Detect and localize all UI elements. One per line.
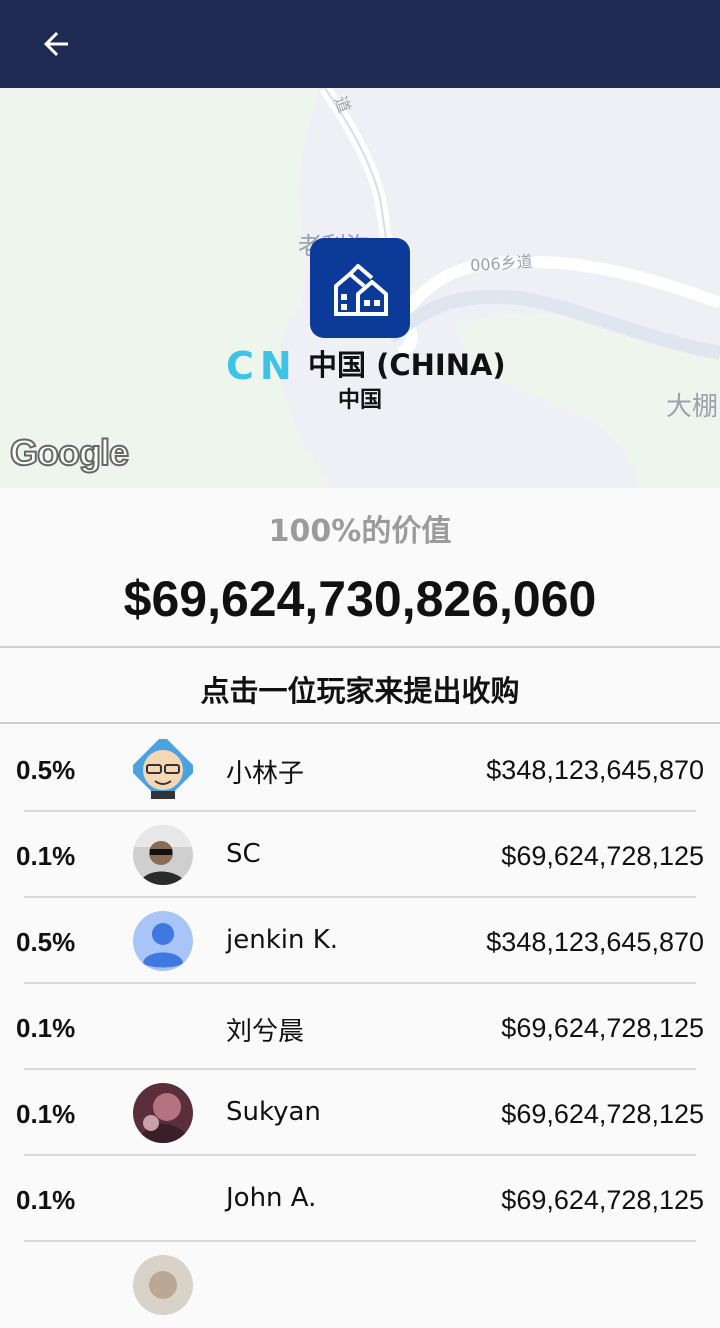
- building-icon: [334, 264, 388, 316]
- default-user-icon: [133, 911, 193, 971]
- offer-amount: $69,624,728,125: [501, 841, 704, 871]
- location-marker[interactable]: [310, 238, 410, 338]
- offer-amount: $69,624,728,125: [501, 1185, 704, 1215]
- share-percent: 0.1%: [16, 841, 76, 871]
- player-name: 小林子: [226, 759, 305, 789]
- player-row[interactable]: 0.1% 刘兮晨 $69,624,728,125: [0, 984, 720, 1070]
- player-list: 0.5% 小林子 $348,123,645,870 0.1% SC $69,62…: [0, 726, 720, 1328]
- avatar: [133, 1083, 193, 1143]
- offer-amount: $69,624,728,125: [501, 1099, 704, 1129]
- offer-amount: $348,123,645,870: [486, 927, 704, 957]
- offer-amount: $348,123,645,870: [486, 755, 704, 785]
- share-percent: 0.5%: [16, 755, 76, 785]
- valuation-amount: $69,624,730,826,060: [123, 571, 597, 627]
- share-percent: 0.5%: [16, 927, 76, 957]
- country-title: CN 中国 (CHINA): [0, 340, 720, 388]
- country-name: 中国 (CHINA): [308, 348, 506, 382]
- player-row[interactable]: 0.1% Sukyan $69,624,728,125: [0, 1070, 720, 1156]
- player-name: SC: [226, 839, 261, 869]
- avatar: [133, 825, 193, 885]
- player-row[interactable]: 0.5% jenkin K. $348,123,645,870: [0, 898, 720, 984]
- player-row[interactable]: 0.5% 小林子 $348,123,645,870: [0, 726, 720, 812]
- photo-avatar-icon: [133, 825, 193, 885]
- back-button[interactable]: [28, 22, 84, 66]
- map-road-label: 006乡道: [469, 251, 534, 276]
- divider: [0, 722, 720, 724]
- player-name: Sukyan: [226, 1097, 321, 1127]
- divider: [0, 646, 720, 648]
- share-percent: 0.1%: [16, 1099, 76, 1129]
- player-name: jenkin K.: [226, 925, 339, 955]
- app-bar: [0, 0, 720, 88]
- cartoon-avatar-icon: [133, 739, 193, 799]
- offer-amount: $69,624,728,125: [501, 1013, 704, 1043]
- share-percent: 0.1%: [16, 1185, 76, 1215]
- map-view[interactable]: 道 老利沟 006乡道 大棚 CN 中国 (CHINA) 中国 Google: [0, 88, 720, 488]
- photo-avatar-icon: [133, 1083, 193, 1143]
- arrow-left-icon: [44, 32, 68, 56]
- player-row[interactable]: 0.1% SC $69,624,728,125: [0, 812, 720, 898]
- share-percent: 0.1%: [16, 1013, 76, 1043]
- player-name: John A.: [226, 1183, 317, 1213]
- avatar: [133, 739, 193, 799]
- google-logo: Google: [9, 431, 130, 474]
- country-subtitle: 中国: [337, 388, 382, 413]
- player-row[interactable]: 0.1% John A. $69,624,728,125: [0, 1156, 720, 1242]
- instruction-text: 点击一位玩家来提出收购: [200, 674, 520, 708]
- avatar: [133, 1255, 193, 1315]
- player-row[interactable]: [0, 1242, 720, 1328]
- avatar: [133, 911, 193, 971]
- valuation-label: 100%的价值: [268, 514, 452, 549]
- player-name: 刘兮晨: [226, 1017, 305, 1047]
- photo-avatar-icon: [133, 1255, 193, 1315]
